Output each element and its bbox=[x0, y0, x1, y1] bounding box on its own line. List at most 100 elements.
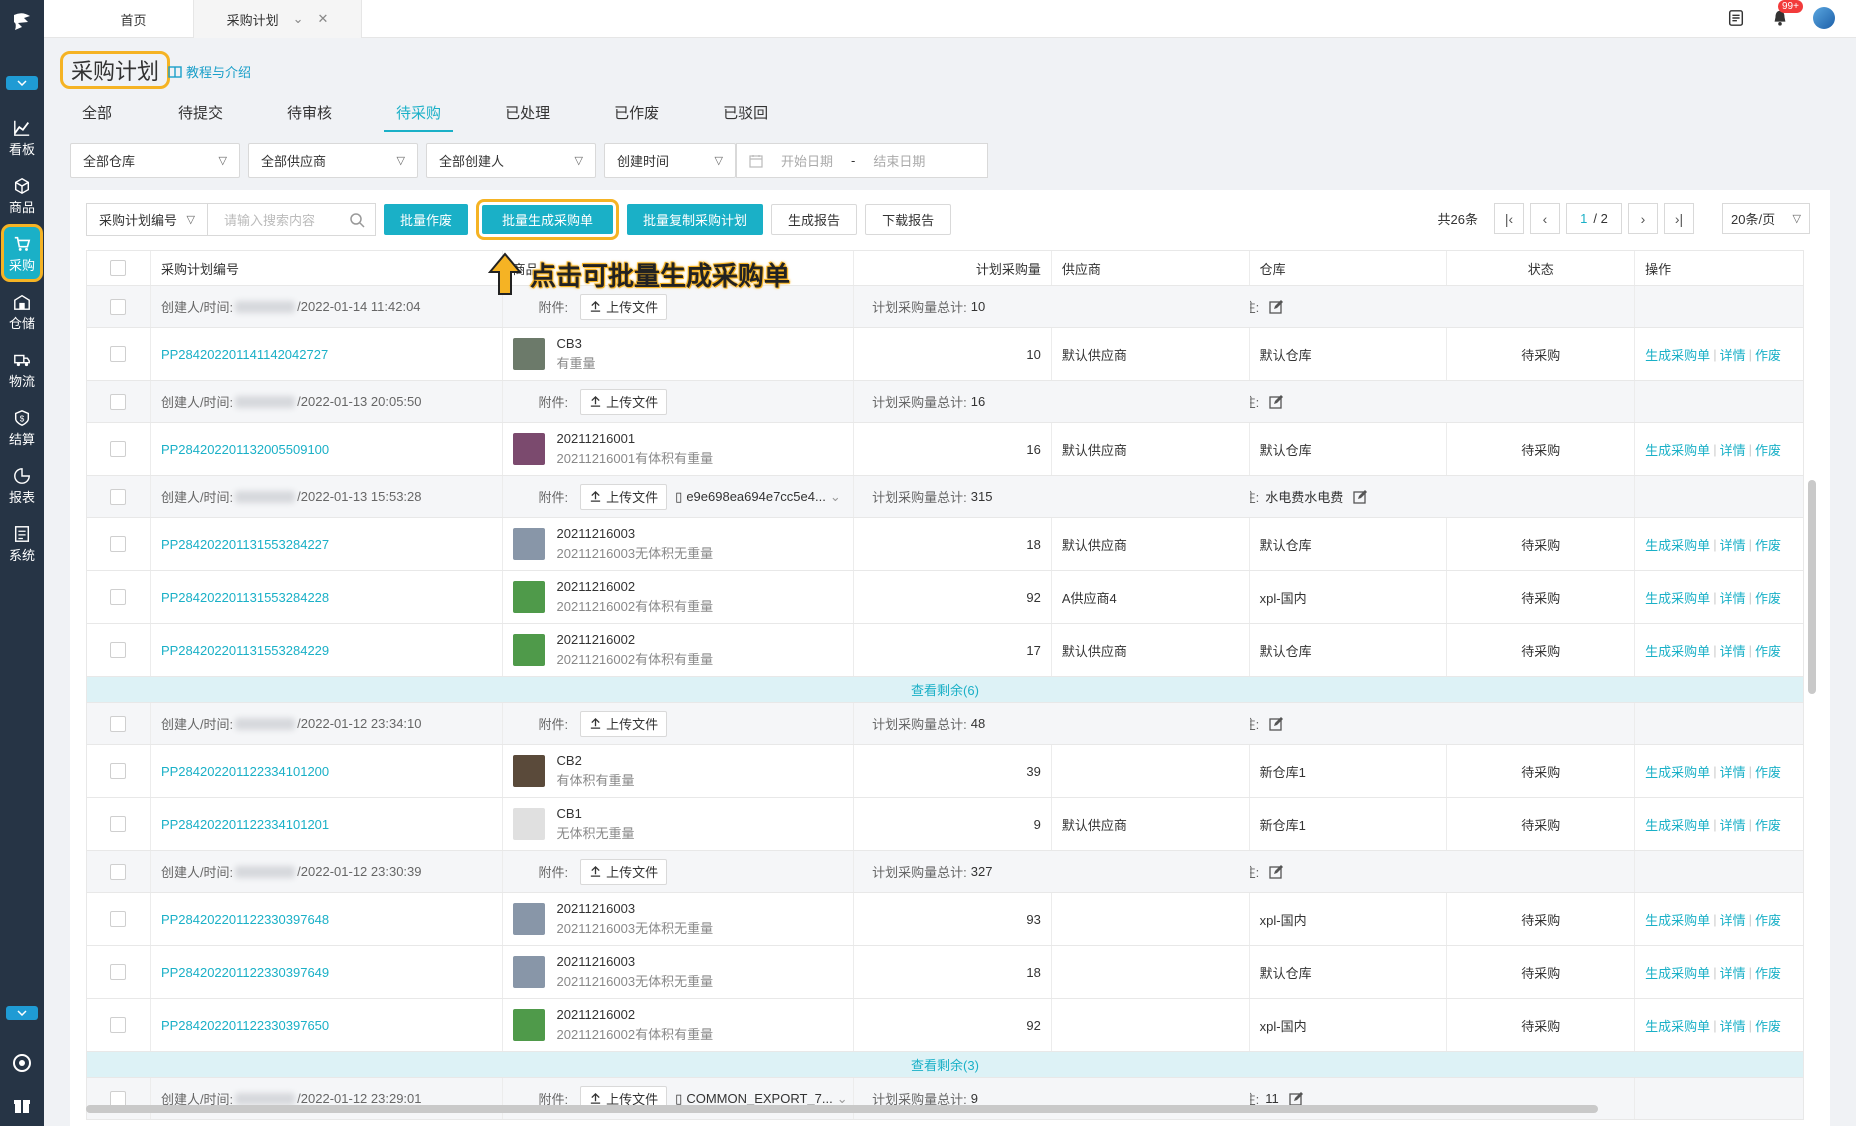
collapse-top-icon[interactable] bbox=[6, 76, 38, 90]
download-report-button[interactable]: 下载报告 bbox=[865, 204, 952, 235]
detail-link[interactable]: 详情 bbox=[1720, 345, 1746, 364]
status-tab-0[interactable]: 全部 bbox=[70, 100, 124, 132]
row-checkbox[interactable] bbox=[110, 441, 127, 457]
void-link[interactable]: 作废 bbox=[1755, 815, 1781, 834]
row-checkbox[interactable] bbox=[110, 536, 127, 552]
attachment-file[interactable]: ▯ e9e698ea694e7cc5e4... ⌄ bbox=[675, 489, 841, 505]
plan-no-link[interactable]: PP284202201141142042727 bbox=[161, 347, 328, 362]
detail-link[interactable]: 详情 bbox=[1720, 910, 1746, 929]
date-range-picker[interactable]: 开始日期 - 结束日期 bbox=[736, 143, 988, 178]
group-checkbox[interactable] bbox=[110, 488, 127, 505]
time-type-select[interactable]: 创建时间 ▽ bbox=[604, 143, 736, 178]
task-list-icon[interactable] bbox=[1724, 6, 1748, 30]
row-checkbox[interactable] bbox=[110, 816, 127, 832]
sidebar-item-7[interactable]: 系统 bbox=[0, 514, 44, 572]
generate-report-button[interactable]: 生成报告 bbox=[771, 204, 858, 235]
status-tab-2[interactable]: 待审核 bbox=[275, 100, 344, 132]
detail-link[interactable]: 详情 bbox=[1720, 535, 1746, 554]
collapse-bottom-icon[interactable] bbox=[6, 1006, 38, 1020]
detail-link[interactable]: 详情 bbox=[1720, 815, 1746, 834]
status-tab-1[interactable]: 待提交 bbox=[166, 100, 235, 132]
detail-link[interactable]: 详情 bbox=[1720, 1016, 1746, 1035]
status-tab-3[interactable]: 待采购 bbox=[384, 100, 454, 132]
plan-no-link[interactable]: PP284202201122334101201 bbox=[161, 817, 329, 832]
plan-no-link[interactable]: PP284202201131553284227 bbox=[161, 537, 329, 552]
supplier-select[interactable]: 全部供应商 ▽ bbox=[248, 143, 418, 178]
void-link[interactable]: 作废 bbox=[1755, 345, 1781, 364]
show-more-row[interactable]: 查看剩余(3) bbox=[86, 1052, 1804, 1078]
upload-file-button[interactable]: 上传文件 bbox=[580, 710, 668, 737]
status-tab-5[interactable]: 已作废 bbox=[602, 100, 671, 132]
generate-po-link[interactable]: 生成采购单 bbox=[1645, 815, 1710, 834]
row-checkbox[interactable] bbox=[110, 589, 127, 605]
row-checkbox[interactable] bbox=[110, 346, 127, 362]
plan-no-link[interactable]: PP284202201122334101200 bbox=[161, 764, 329, 779]
batch-void-button[interactable]: 批量作废 bbox=[384, 204, 469, 235]
row-checkbox[interactable] bbox=[110, 763, 127, 779]
edit-icon[interactable] bbox=[1269, 299, 1284, 314]
void-link[interactable]: 作废 bbox=[1755, 535, 1781, 554]
plan-no-link[interactable]: PP284202201122330397650 bbox=[161, 1018, 329, 1033]
sidebar-item-5[interactable]: $ 结算 bbox=[0, 398, 44, 456]
generate-po-link[interactable]: 生成采购单 bbox=[1645, 1016, 1710, 1035]
void-link[interactable]: 作废 bbox=[1755, 1016, 1781, 1035]
void-link[interactable]: 作废 bbox=[1755, 440, 1781, 459]
select-all-checkbox[interactable] bbox=[110, 260, 127, 276]
generate-po-link[interactable]: 生成采购单 bbox=[1645, 535, 1710, 554]
sidebar-item-4[interactable]: 物流 bbox=[0, 340, 44, 398]
edit-icon[interactable] bbox=[1269, 716, 1284, 731]
void-link[interactable]: 作废 bbox=[1755, 641, 1781, 660]
sidebar-item-1[interactable]: 商品 bbox=[0, 166, 44, 224]
plan-no-link[interactable]: PP284202201122330397649 bbox=[161, 965, 329, 980]
row-checkbox[interactable] bbox=[110, 964, 127, 980]
creator-select[interactable]: 全部创建人 ▽ bbox=[426, 143, 596, 178]
tab-purchase-plan[interactable]: 采购计划 ⌄ ✕ bbox=[194, 0, 362, 38]
detail-link[interactable]: 详情 bbox=[1720, 963, 1746, 982]
close-icon[interactable]: ✕ bbox=[318, 11, 329, 27]
group-checkbox[interactable] bbox=[110, 298, 127, 315]
upload-file-button[interactable]: 上传文件 bbox=[580, 388, 668, 415]
gift-icon[interactable] bbox=[0, 1084, 44, 1126]
group-checkbox[interactable] bbox=[110, 393, 127, 410]
upload-file-button[interactable]: 上传文件 bbox=[580, 858, 668, 885]
plan-no-link[interactable]: PP284202201131553284229 bbox=[161, 643, 329, 658]
sidebar-item-3[interactable]: 仓储 bbox=[0, 282, 44, 340]
generate-po-link[interactable]: 生成采购单 bbox=[1645, 588, 1710, 607]
first-page-icon[interactable]: |‹ bbox=[1494, 203, 1524, 234]
sidebar-item-2[interactable]: 采购 bbox=[1, 224, 43, 282]
generate-po-link[interactable]: 生成采购单 bbox=[1645, 963, 1710, 982]
tab-home[interactable]: 首页 bbox=[74, 0, 194, 38]
page-size-select[interactable]: 20条/页 ▽ bbox=[1722, 203, 1810, 234]
generate-po-link[interactable]: 生成采购单 bbox=[1645, 345, 1710, 364]
prev-page-icon[interactable]: ‹ bbox=[1530, 203, 1560, 234]
void-link[interactable]: 作废 bbox=[1755, 910, 1781, 929]
group-checkbox[interactable] bbox=[110, 863, 127, 880]
plan-no-link[interactable]: PP284202201122330397648 bbox=[161, 912, 329, 927]
support-icon[interactable] bbox=[0, 1042, 44, 1084]
void-link[interactable]: 作废 bbox=[1755, 963, 1781, 982]
generate-po-link[interactable]: 生成采购单 bbox=[1645, 762, 1710, 781]
tutorial-link[interactable]: 教程与介绍 bbox=[168, 62, 251, 81]
status-tab-6[interactable]: 已驳回 bbox=[711, 100, 780, 132]
show-more-row[interactable]: 查看剩余(6) bbox=[86, 677, 1804, 703]
generate-po-link[interactable]: 生成采购单 bbox=[1645, 440, 1710, 459]
search-input[interactable]: 请输入搜索内容 bbox=[208, 203, 376, 236]
vertical-scrollbar[interactable] bbox=[1808, 480, 1816, 694]
detail-link[interactable]: 详情 bbox=[1720, 440, 1746, 459]
status-tab-4[interactable]: 已处理 bbox=[493, 100, 562, 132]
next-page-icon[interactable]: › bbox=[1628, 203, 1658, 234]
plan-no-link[interactable]: PP284202201132005509100 bbox=[161, 442, 329, 457]
void-link[interactable]: 作废 bbox=[1755, 588, 1781, 607]
search-icon[interactable] bbox=[349, 212, 365, 228]
detail-link[interactable]: 详情 bbox=[1720, 762, 1746, 781]
last-page-icon[interactable]: ›| bbox=[1664, 203, 1694, 234]
edit-icon[interactable] bbox=[1353, 489, 1368, 504]
plan-no-link[interactable]: PP284202201131553284228 bbox=[161, 590, 329, 605]
chevron-down-icon[interactable]: ⌄ bbox=[293, 11, 304, 27]
row-checkbox[interactable] bbox=[110, 642, 127, 658]
app-logo-icon[interactable] bbox=[0, 0, 44, 44]
bell-icon[interactable]: 99+ bbox=[1768, 0, 1803, 30]
row-checkbox[interactable] bbox=[110, 1017, 127, 1033]
generate-po-link[interactable]: 生成采购单 bbox=[1645, 641, 1710, 660]
page-number-input[interactable]: 1 / 2 bbox=[1566, 203, 1622, 234]
